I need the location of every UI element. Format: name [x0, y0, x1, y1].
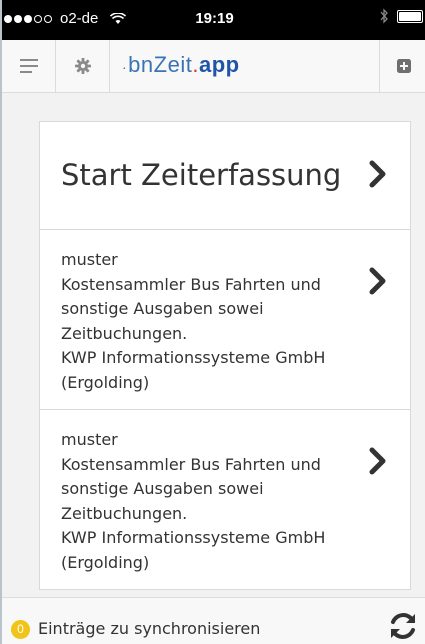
chevron-right-icon [369, 447, 386, 475]
brand-tick-icon: · [122, 59, 128, 75]
entry-line: Kostensammler Bus Fahrten und [61, 274, 321, 294]
bluetooth-icon [380, 8, 388, 24]
brand-prefix: bn [128, 52, 154, 77]
menu-button[interactable] [2, 40, 56, 92]
content: Start Zeiterfassung muster Kostensammler… [39, 121, 411, 590]
menu-icon [19, 55, 38, 77]
chevron-right-icon [369, 267, 386, 295]
entry-line: muster [61, 250, 118, 269]
app-frame: o2-de 19:19 · bn Zeit . app Start Zeiter… [0, 0, 425, 644]
list-item[interactable]: muster Kostensammler Bus Fahrten und son… [40, 230, 410, 410]
start-time-tracking-item[interactable]: Start Zeiterfassung [40, 122, 410, 230]
brand-zeit: Zeit [153, 52, 193, 77]
list-item[interactable]: muster Kostensammler Bus Fahrten und son… [40, 410, 410, 589]
sync-footer: 0 Einträge zu synchronisieren [2, 597, 425, 644]
entry-line: (Ergolding) [61, 552, 150, 572]
sync-count-badge: 0 [11, 620, 30, 639]
status-bar: o2-de 19:19 [2, 0, 425, 40]
entry-line: sonstige Ausgaben sowei [61, 299, 264, 318]
status-right [379, 8, 423, 24]
brand-logo: · bn Zeit . app [122, 52, 240, 78]
status-time: 19:19 [195, 10, 234, 27]
brand-app: app [198, 52, 240, 77]
entry-line: KWP Informationssysteme GmbH [61, 348, 326, 367]
entry-line: muster [61, 430, 118, 449]
sync-label: Einträge zu synchronisieren [38, 619, 261, 638]
entry-line: (Ergolding) [61, 372, 150, 392]
plus-square-icon [396, 59, 411, 73]
gear-icon [74, 58, 91, 74]
entry-line: Zeitbuchungen. [61, 503, 188, 523]
entry-line: sonstige Ausgaben sowei [61, 479, 264, 498]
nav-bar: · bn Zeit . app [2, 40, 425, 93]
entry-line: KWP Informationssysteme GmbH [61, 528, 326, 547]
battery-icon [397, 9, 423, 23]
entry-line: Kostensammler Bus Fahrten und [61, 454, 321, 474]
project-list: Start Zeiterfassung muster Kostensammler… [39, 121, 411, 590]
start-label: Start Zeiterfassung [61, 158, 342, 192]
entry-line: Zeitbuchungen. [61, 323, 188, 343]
sync-icon[interactable] [387, 610, 419, 642]
brand-dot: . [192, 52, 199, 77]
add-button[interactable] [379, 40, 425, 92]
settings-button[interactable] [56, 40, 110, 92]
chevron-right-icon [369, 160, 386, 188]
